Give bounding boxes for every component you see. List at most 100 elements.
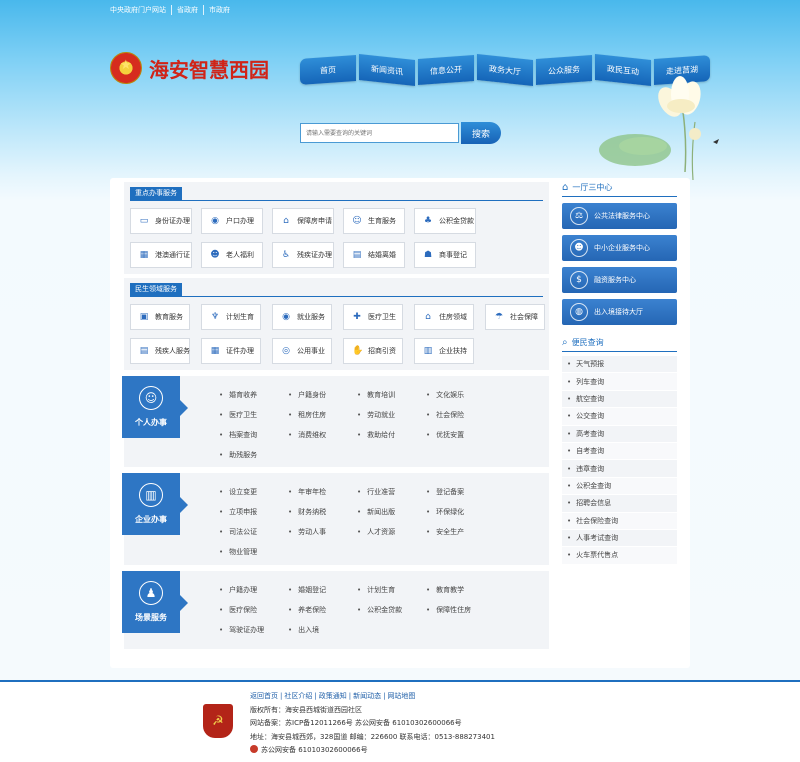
category-link[interactable]: 婚姻登记 bbox=[288, 585, 357, 595]
top-link[interactable]: 中央政府门户网站 bbox=[110, 5, 172, 15]
category-badge[interactable]: ▥ 企业办事 bbox=[122, 473, 188, 535]
key-services-grid: ▭ 身份证办理 ◉ 户口办理 ⌂ 保障房申请 ☺ 生育服务 ♣ 公积金贷款 ▦ 港澳通行证 ☻ 老人福利 ♿… bbox=[130, 208, 543, 268]
convenience-link[interactable]: 违章查询 bbox=[562, 460, 677, 478]
service-button[interactable]: ☺ 生育服务 bbox=[343, 208, 405, 234]
category-link[interactable]: 物业管理 bbox=[219, 547, 288, 557]
category-link[interactable]: 助残服务 bbox=[219, 450, 288, 460]
convenience-link[interactable]: 公积金查询 bbox=[562, 477, 677, 496]
service-button[interactable]: ▦ 港澳通行证 bbox=[130, 242, 192, 268]
service-button[interactable]: ◉ 就业服务 bbox=[272, 304, 332, 330]
convenience-link[interactable]: 火车票代售点 bbox=[562, 547, 677, 565]
category-link[interactable]: 保障性住房 bbox=[426, 605, 495, 615]
service-button[interactable]: ♿ 残疾证办理 bbox=[272, 242, 334, 268]
convenience-link[interactable]: 天气预报 bbox=[562, 356, 677, 374]
category-link[interactable]: 救助给付 bbox=[357, 430, 426, 440]
category-link[interactable]: 新闻出版 bbox=[357, 507, 426, 517]
category-link[interactable]: 劳动就业 bbox=[357, 410, 426, 420]
convenience-link[interactable]: 招聘会信息 bbox=[562, 495, 677, 513]
nav-item-news[interactable]: 新闻资讯 bbox=[359, 54, 415, 86]
category-link[interactable]: 立项申报 bbox=[219, 507, 288, 517]
footer-link[interactable]: 返回首页 bbox=[250, 692, 280, 700]
category-link[interactable]: 教育教学 bbox=[426, 585, 495, 595]
one-hall-label: 一厅三中心 bbox=[572, 183, 613, 192]
convenience-label: 便民查询 bbox=[571, 338, 604, 347]
service-button[interactable]: ✚ 医疗卫生 bbox=[343, 304, 403, 330]
footer-link[interactable]: 政策通知 bbox=[317, 692, 349, 700]
category-link[interactable]: 教育培训 bbox=[357, 390, 426, 400]
category-badge[interactable]: ☺ 个人办事 bbox=[122, 376, 188, 438]
category-link[interactable]: 出入境 bbox=[288, 625, 357, 635]
service-button[interactable]: ⌂ 住房领域 bbox=[414, 304, 474, 330]
category-link[interactable]: 婚育收养 bbox=[219, 390, 288, 400]
category-link[interactable]: 医疗保险 bbox=[219, 605, 288, 615]
convenience-link[interactable]: 航空查询 bbox=[562, 390, 677, 409]
search-input[interactable] bbox=[300, 123, 459, 143]
category-link[interactable]: 驾驶证办理 bbox=[219, 625, 288, 635]
category-link[interactable]: 劳动人事 bbox=[288, 527, 357, 537]
center-button[interactable]: ⚖ 公共法律服务中心 bbox=[562, 203, 677, 229]
center-button[interactable]: $ 融资服务中心 bbox=[562, 267, 677, 293]
category-link[interactable]: 环保绿化 bbox=[426, 507, 495, 517]
center-button[interactable]: ☻ 中小企业服务中心 bbox=[562, 235, 677, 261]
footer-link[interactable]: 新闻动态 bbox=[351, 692, 383, 700]
category-link[interactable]: 计划生育 bbox=[357, 585, 426, 595]
category-link[interactable]: 养老保险 bbox=[288, 605, 357, 615]
nav-item-info[interactable]: 信息公开 bbox=[418, 55, 474, 85]
category-link[interactable]: 医疗卫生 bbox=[219, 410, 288, 420]
category-sections: ☺ 个人办事 婚育收养户籍身份教育培训文化娱乐医疗卫生租房住房劳动就业社会保险档案查… bbox=[122, 376, 549, 649]
convenience-link[interactable]: 人事考试查询 bbox=[562, 529, 677, 548]
top-link[interactable]: 市政府 bbox=[204, 5, 235, 15]
convenience-link[interactable]: 高考查询 bbox=[562, 425, 677, 443]
top-link[interactable]: 省政府 bbox=[172, 5, 204, 15]
service-button[interactable]: ♣ 公积金贷款 bbox=[414, 208, 476, 234]
category-badge[interactable]: ♟ 场景服务 bbox=[122, 571, 188, 633]
service-button[interactable]: ⌂ 保障房申请 bbox=[272, 208, 334, 234]
search-button[interactable]: 搜索 bbox=[461, 122, 501, 144]
category-link[interactable]: 年审年检 bbox=[288, 487, 357, 497]
convenience-link[interactable]: 列车查询 bbox=[562, 373, 677, 391]
service-button[interactable]: ▦ 证件办理 bbox=[201, 338, 261, 364]
category-link[interactable]: 消费维权 bbox=[288, 430, 357, 440]
category-link[interactable]: 文化娱乐 bbox=[426, 390, 495, 400]
service-button[interactable]: ▤ 结婚离婚 bbox=[343, 242, 405, 268]
service-button[interactable]: ▤ 残疾人服务 bbox=[130, 338, 190, 364]
worker-icon: ◉ bbox=[282, 312, 290, 322]
nav-item-public[interactable]: 公众服务 bbox=[536, 55, 592, 85]
service-button[interactable]: ▥ 企业扶持 bbox=[414, 338, 474, 364]
service-button[interactable]: ♆ 计划生育 bbox=[201, 304, 261, 330]
category-link[interactable]: 财务纳税 bbox=[288, 507, 357, 517]
footer-link[interactable]: 社区介绍 bbox=[282, 692, 314, 700]
center-button[interactable]: ◍ 出入境接待大厅 bbox=[562, 299, 677, 325]
category-link[interactable]: 户籍办理 bbox=[219, 585, 288, 595]
category-link[interactable]: 设立变更 bbox=[219, 487, 288, 497]
service-button[interactable]: ◎ 公用事业 bbox=[272, 338, 332, 364]
service-button[interactable]: ☂ 社会保障 bbox=[485, 304, 545, 330]
category-link[interactable]: 行业准营 bbox=[357, 487, 426, 497]
category-link[interactable]: 社会保险 bbox=[426, 410, 495, 420]
convenience-link[interactable]: 公交查询 bbox=[562, 408, 677, 426]
service-button[interactable]: ✋ 招商引资 bbox=[343, 338, 403, 364]
service-button[interactable]: ☗ 商事登记 bbox=[414, 242, 476, 268]
category-link[interactable]: 档案查询 bbox=[219, 430, 288, 440]
convenience-link[interactable]: 社会保险查询 bbox=[562, 512, 677, 530]
category-link[interactable]: 租房住房 bbox=[288, 410, 357, 420]
service-button[interactable]: ▣ 教育服务 bbox=[130, 304, 190, 330]
category-link[interactable]: 公积金贷款 bbox=[357, 605, 426, 615]
footer-links: 返回首页 | 社区介绍 | 政策通知 | 新闻动态 | 网站地图 bbox=[250, 692, 417, 700]
service-button[interactable]: ▭ 身份证办理 bbox=[130, 208, 192, 234]
convenience-link[interactable]: 自考查询 bbox=[562, 442, 677, 461]
category-link[interactable]: 安全生产 bbox=[426, 527, 495, 537]
site-logo[interactable]: 海安智慧西园 bbox=[110, 52, 269, 84]
category-link[interactable]: 户籍身份 bbox=[288, 390, 357, 400]
footer-link[interactable]: 网站地图 bbox=[385, 692, 417, 700]
service-button[interactable]: ☻ 老人福利 bbox=[201, 242, 263, 268]
category-link[interactable]: 登记备案 bbox=[426, 487, 495, 497]
service-button[interactable]: ◉ 户口办理 bbox=[201, 208, 263, 234]
category-link[interactable]: 人才资源 bbox=[357, 527, 426, 537]
business-icon: ☗ bbox=[423, 250, 433, 260]
family-icon: ☺ bbox=[352, 216, 362, 226]
category-link[interactable]: 司法公证 bbox=[219, 527, 288, 537]
nav-item-hall[interactable]: 政务大厅 bbox=[477, 54, 533, 86]
category-link[interactable]: 优抚安置 bbox=[426, 430, 495, 440]
nav-item-home[interactable]: 首页 bbox=[300, 55, 356, 85]
